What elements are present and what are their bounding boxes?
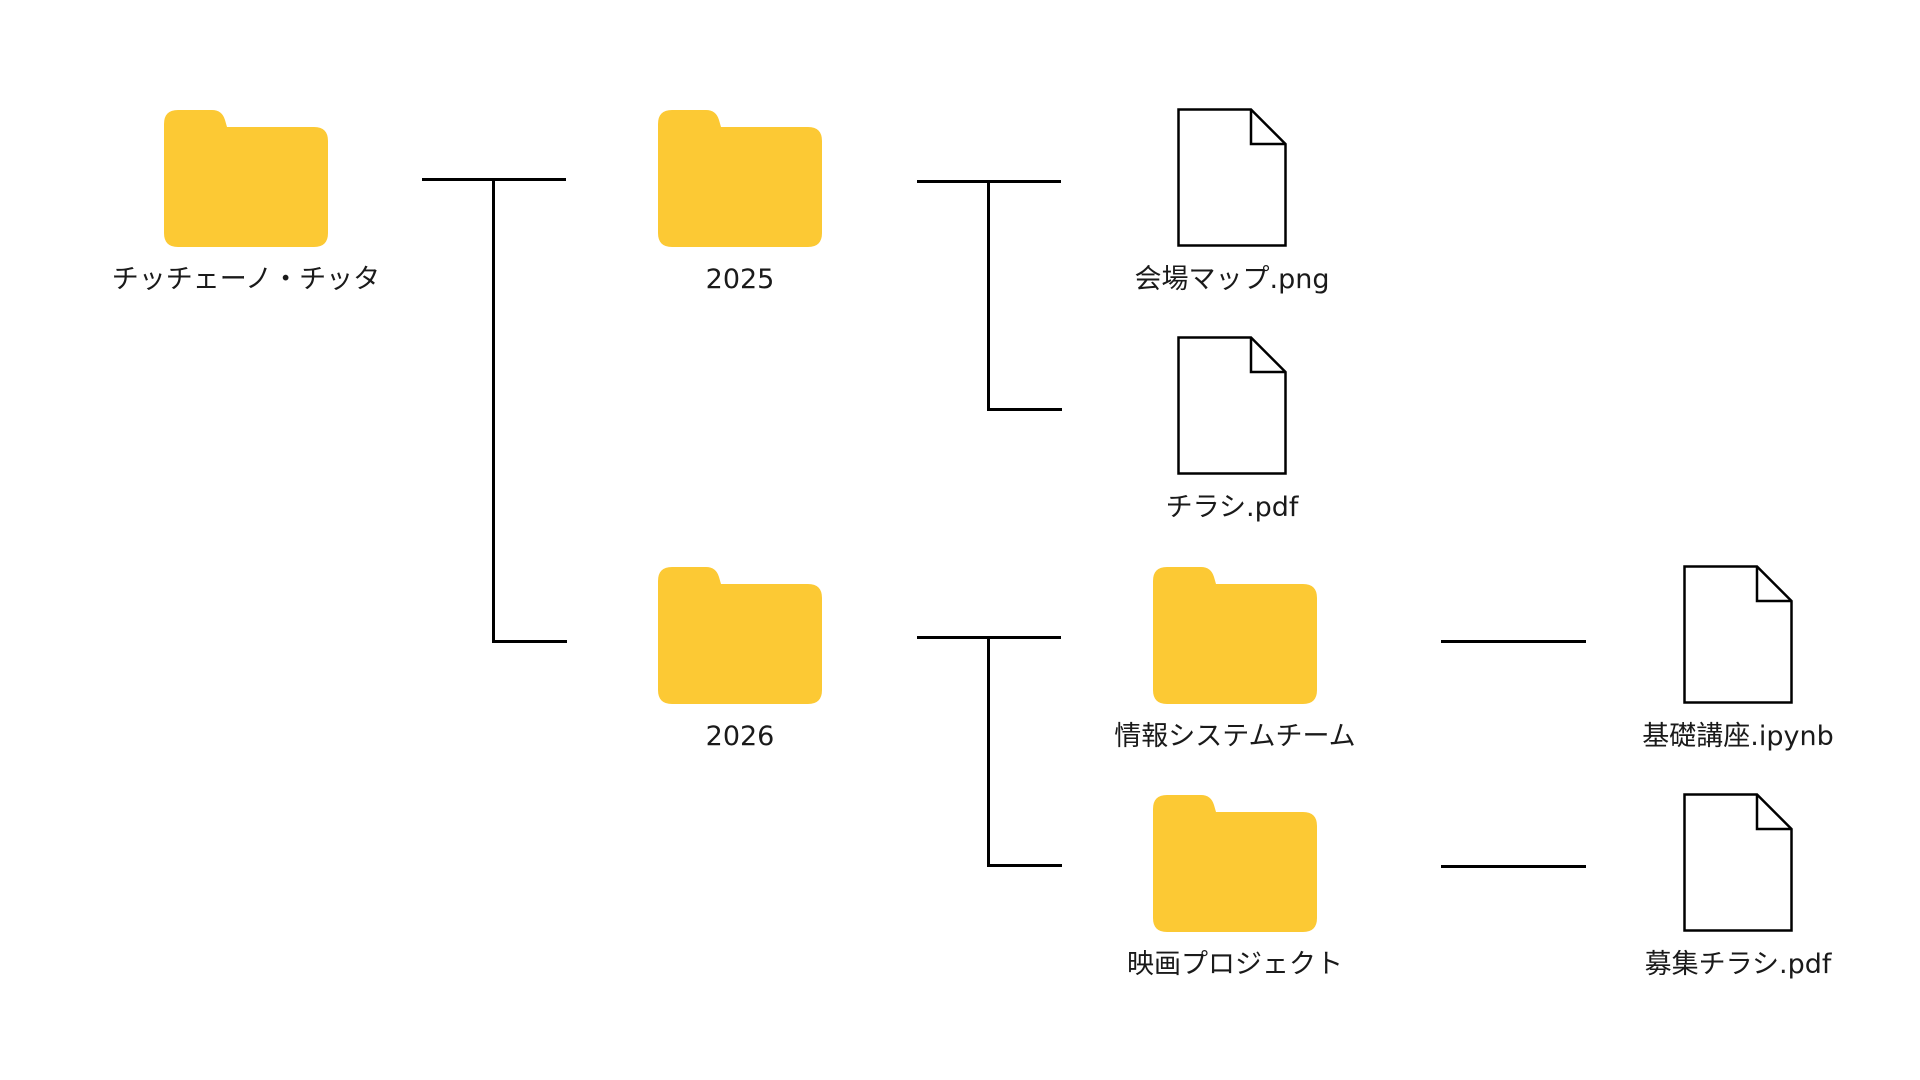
- node-label-file-map: 会場マップ.png: [1134, 264, 1330, 295]
- node-label-folder-2026: 2026: [705, 721, 775, 752]
- folder-icon: [1153, 795, 1317, 932]
- node-label-file-flyer: チラシ.pdf: [1165, 492, 1299, 523]
- connector-info-team-file: [1441, 640, 1586, 643]
- file-tree-diagram: チッチェーノ・チッタ 2025 2026 会場マップ.png チラシ.pdf 情…: [0, 0, 1920, 1080]
- connector-2026-trunk: [987, 636, 1062, 867]
- tree-node-folder-info-team[interactable]: 情報システムチーム: [1085, 567, 1385, 754]
- folder-icon: [658, 567, 822, 704]
- folder-icon: [1153, 567, 1317, 704]
- tree-node-root[interactable]: チッチェーノ・チッタ: [96, 110, 396, 297]
- file-icon: [1177, 336, 1287, 475]
- connector-movie-file: [1441, 865, 1586, 868]
- file-icon: [1177, 108, 1287, 247]
- node-label-file-recruit: 募集チラシ.pdf: [1644, 949, 1832, 980]
- tree-node-file-map[interactable]: 会場マップ.png: [1082, 108, 1382, 297]
- tree-node-file-flyer[interactable]: チラシ.pdf: [1082, 336, 1382, 525]
- connector-root-trunk: [492, 178, 567, 643]
- tree-node-folder-movie[interactable]: 映画プロジェクト: [1085, 795, 1385, 982]
- node-label-root: チッチェーノ・チッタ: [111, 264, 381, 295]
- node-label-file-notebook: 基礎講座.ipynb: [1642, 721, 1834, 752]
- node-label-folder-movie: 映画プロジェクト: [1127, 949, 1343, 980]
- file-icon: [1683, 565, 1793, 704]
- folder-icon: [164, 110, 328, 247]
- node-label-folder-2025: 2025: [705, 264, 775, 295]
- tree-node-file-notebook[interactable]: 基礎講座.ipynb: [1588, 565, 1888, 754]
- connector-2025-trunk: [987, 180, 1062, 411]
- tree-node-folder-2025[interactable]: 2025: [590, 110, 890, 297]
- folder-icon: [658, 110, 822, 247]
- tree-node-file-recruit[interactable]: 募集チラシ.pdf: [1588, 793, 1888, 982]
- node-label-folder-info-team: 情報システムチーム: [1114, 721, 1356, 752]
- tree-node-folder-2026[interactable]: 2026: [590, 567, 890, 754]
- file-icon: [1683, 793, 1793, 932]
